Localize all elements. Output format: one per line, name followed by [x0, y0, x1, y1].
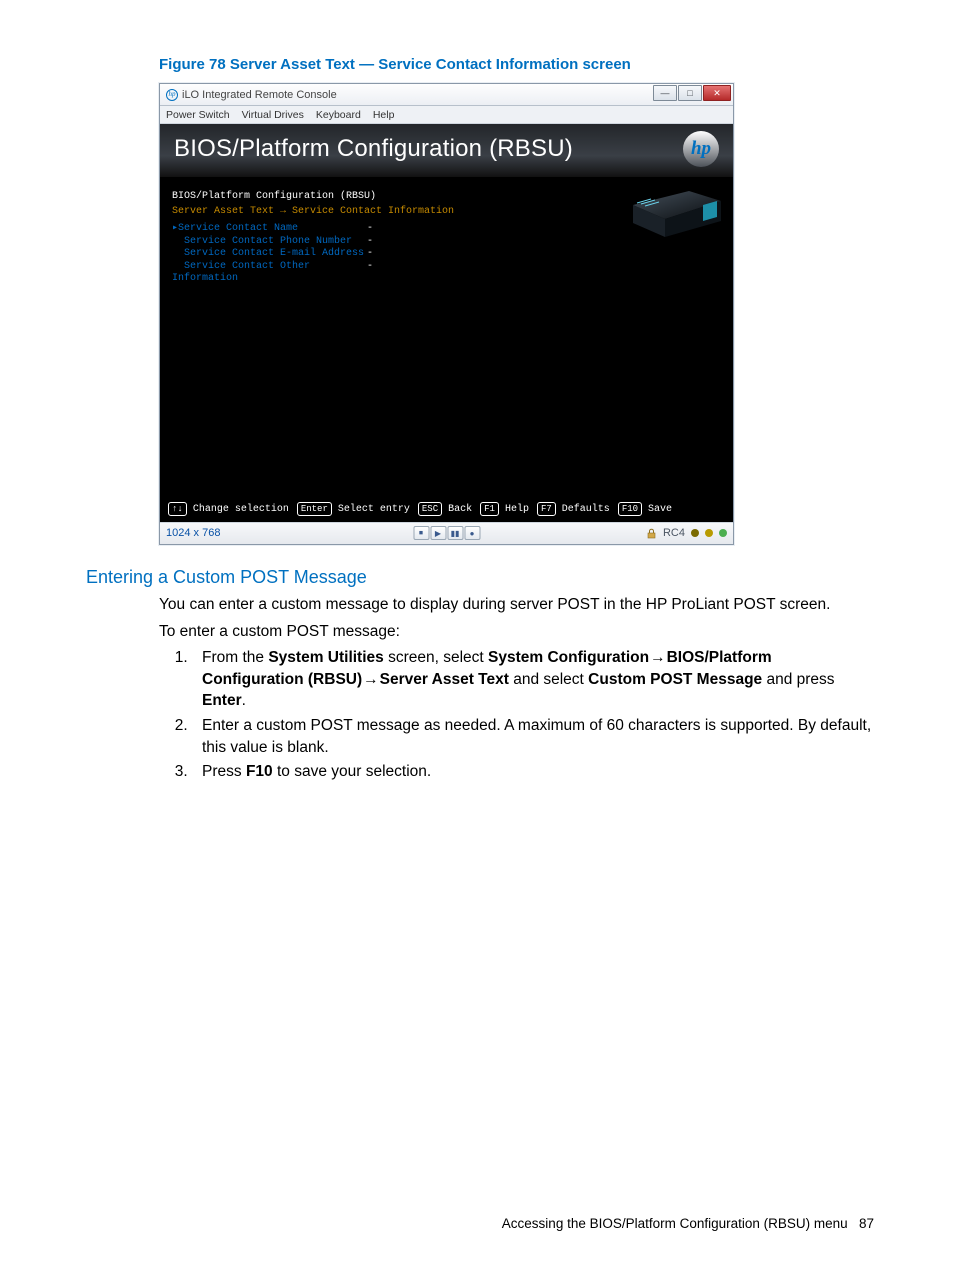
- footer-page-number: 87: [859, 1216, 874, 1231]
- key-label: Change selection: [193, 504, 289, 515]
- playback-play-button[interactable]: ▶: [430, 526, 446, 540]
- step3-f10: F10: [246, 763, 273, 780]
- footer-text: Accessing the BIOS/Platform Configuratio…: [502, 1216, 848, 1231]
- status-dot-3: [719, 529, 727, 537]
- key-esc: ESC: [418, 502, 442, 516]
- status-center-buttons: ⏹ ▶ ▮▮ ●: [413, 526, 480, 540]
- key-arrows: ↑↓: [168, 502, 187, 516]
- option-value: -: [367, 236, 373, 249]
- playback-stop-button[interactable]: ⏹: [413, 526, 429, 540]
- key-label: Back: [448, 504, 472, 515]
- menu-help[interactable]: Help: [373, 109, 395, 121]
- bios-header-title: BIOS/Platform Configuration (RBSU): [174, 135, 573, 163]
- option-label: Service Contact Name: [172, 223, 367, 236]
- option-value: -: [367, 261, 373, 286]
- page-footer: Accessing the BIOS/Platform Configuratio…: [502, 1216, 874, 1231]
- status-dot-1: [691, 529, 699, 537]
- key-label: Select entry: [338, 504, 410, 515]
- key-f1: F1: [480, 502, 499, 516]
- hp-logo-icon: hp: [683, 131, 719, 167]
- menu-power-switch[interactable]: Power Switch: [166, 109, 230, 121]
- key-f7: F7: [537, 502, 556, 516]
- step1-text: From the: [202, 649, 268, 666]
- close-button[interactable]: ✕: [703, 85, 731, 101]
- menubar: Power Switch Virtual Drives Keyboard Hel…: [160, 106, 733, 124]
- step3-text: Press: [202, 763, 246, 780]
- status-bar: 1024 x 768 ⏹ ▶ ▮▮ ● RC4: [160, 522, 733, 544]
- figure-caption: Figure 78 Server Asset Text — Service Co…: [159, 56, 874, 73]
- minimize-button[interactable]: —: [653, 85, 677, 101]
- status-rc-label: RC4: [663, 527, 685, 539]
- titlebar: hp iLO Integrated Remote Console — □ ✕: [160, 84, 733, 106]
- arrow-icon: →: [649, 649, 667, 666]
- menu-keyboard[interactable]: Keyboard: [316, 109, 361, 121]
- bios-header: BIOS/Platform Configuration (RBSU) hp: [160, 124, 733, 181]
- option-service-contact-email[interactable]: Service Contact E-mail Address -: [172, 248, 721, 261]
- menu-virtual-drives[interactable]: Virtual Drives: [242, 109, 304, 121]
- option-label: Service Contact Phone Number: [172, 236, 367, 249]
- playback-pause-button[interactable]: ▮▮: [447, 526, 463, 540]
- option-service-contact-other[interactable]: Service Contact Other Information -: [172, 261, 721, 286]
- lock-icon: [646, 528, 657, 539]
- status-resolution: 1024 x 768: [166, 527, 220, 539]
- key-enter: Enter: [297, 502, 332, 516]
- server-illustration-icon: [631, 187, 723, 239]
- key-label: Help: [505, 504, 529, 515]
- bios-body: BIOS/Platform Configuration (RBSU) Serve…: [160, 181, 733, 498]
- step1-asset: Server Asset Text: [380, 671, 509, 688]
- step1-sysutil: System Utilities: [268, 649, 383, 666]
- option-value: -: [367, 223, 373, 236]
- window-title: iLO Integrated Remote Console: [182, 89, 337, 101]
- step1-sysconfig: System Configuration: [488, 649, 649, 666]
- arrow-icon: →: [362, 671, 380, 688]
- step1-text: and select: [509, 671, 588, 688]
- intro-paragraph: You can enter a custom message to displa…: [159, 594, 874, 616]
- option-value: -: [367, 248, 373, 261]
- option-label: Service Contact Other Information: [172, 261, 367, 286]
- lead-in-paragraph: To enter a custom POST message:: [159, 621, 874, 643]
- step1-enter: Enter: [202, 692, 242, 709]
- step1-text: screen, select: [384, 649, 488, 666]
- window-buttons: — □ ✕: [653, 85, 731, 101]
- step1-text: .: [242, 692, 246, 709]
- status-right: RC4: [646, 527, 727, 539]
- maximize-button[interactable]: □: [678, 85, 702, 101]
- playback-record-button[interactable]: ●: [464, 526, 480, 540]
- step-3: Press F10 to save your selection.: [192, 761, 874, 783]
- hp-small-icon: hp: [166, 89, 178, 101]
- steps-list: From the System Utilities screen, select…: [174, 647, 874, 783]
- key-label: Defaults: [562, 504, 610, 515]
- step-1: From the System Utilities screen, select…: [192, 647, 874, 712]
- section-heading: Entering a Custom POST Message: [86, 567, 874, 588]
- option-label: Service Contact E-mail Address: [172, 248, 367, 261]
- step1-text: and press: [762, 671, 834, 688]
- bios-screen: BIOS/Platform Configuration (RBSU) hp: [160, 124, 733, 522]
- key-label: Save: [648, 504, 672, 515]
- step-2: Enter a custom POST message as needed. A…: [192, 715, 874, 758]
- step1-custom-post: Custom POST Message: [588, 671, 762, 688]
- ilo-window: hp iLO Integrated Remote Console — □ ✕ P…: [159, 83, 734, 545]
- status-dot-2: [705, 529, 713, 537]
- step3-text: to save your selection.: [273, 763, 432, 780]
- key-f10: F10: [618, 502, 642, 516]
- bios-keybar: ↑↓ Change selection Enter Select entry E…: [160, 498, 733, 522]
